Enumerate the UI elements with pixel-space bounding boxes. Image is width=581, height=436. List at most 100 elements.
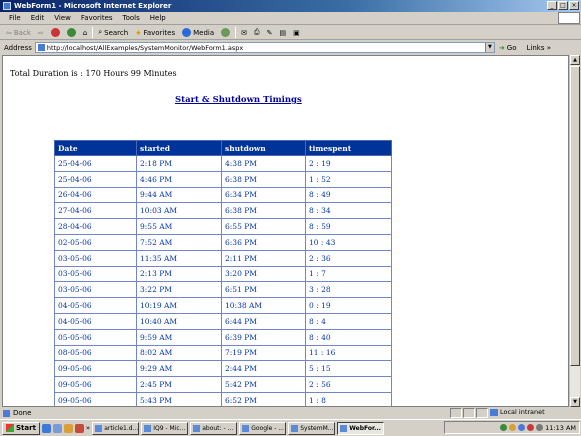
cell-shutdown: 7:19 PM [221,344,306,362]
menu-view[interactable]: View [49,14,76,22]
cell-date: 03-05-06 [54,265,137,283]
scroll-down-icon[interactable]: ▼ [570,397,580,407]
cell-date: 09-05-06 [54,376,137,393]
menu-edit[interactable]: Edit [26,14,50,22]
menu-bar: File Edit View Favorites Tools Help [0,12,581,25]
taskbar-button[interactable]: IQ9 - Mic... [141,421,189,435]
taskbar: Start » article1.d... IQ9 - Mic... about: … [0,419,581,436]
cell-shutdown: 6:51 PM [221,281,306,299]
edit-button[interactable]: ✎ [265,29,275,37]
vertical-scrollbar[interactable]: ▲ ▼ [569,55,580,407]
chevron-down-icon[interactable]: ▼ [484,43,494,52]
cell-date: 28-04-06 [54,218,137,235]
forward-button[interactable]: ⇨ [36,29,46,37]
favorites-button[interactable]: ★ Favorites [133,29,177,37]
search-button[interactable]: ⌕ Search [96,28,130,37]
status-panel [463,408,475,418]
back-button[interactable]: ⇦ Back [4,29,33,37]
tray-volume-icon[interactable] [536,424,544,431]
column-header-date: Date [54,140,137,156]
cell-started: 9:44 AM [136,186,222,204]
print-button[interactable]: ⎙ [252,28,262,37]
cell-shutdown: 6:44 PM [221,312,306,330]
taskbar-button[interactable]: article1.d... [92,421,140,435]
cell-shutdown: 2:44 PM [221,360,306,378]
cell-started: 9:29 AM [136,360,222,378]
cell-timespent: 0 : 19 [305,297,392,314]
cell-date: 03-05-06 [54,281,137,299]
quicklaunch-folder-icon[interactable] [63,423,73,433]
minimize-button[interactable]: _ [547,1,557,10]
tray-antivirus-icon[interactable] [527,424,535,431]
table-row: 09-05-06 2:45 PM 5:42 PM 2 : 56 [54,376,392,393]
cell-date: 02-05-06 [54,233,137,251]
menu-tools[interactable]: Tools [118,14,145,22]
go-button[interactable]: ➔ Go [499,44,517,52]
total-duration-text: Total Duration is : 170 Hours 99 Minutes [10,69,177,78]
mail-button[interactable]: ✉ [239,29,249,37]
table-row: 03-05-06 3:22 PM 6:51 PM 3 : 28 [54,281,392,299]
cell-shutdown: 6:39 PM [221,328,306,346]
menu-file[interactable]: File [4,14,26,22]
media-button[interactable]: Media [180,28,216,37]
taskbar-button-label: Google - ... [251,424,285,432]
cell-date: 08-05-06 [54,344,137,362]
cell-started: 11:35 AM [136,249,222,267]
timings-table: Date started shutdown timespent 25-04-06… [54,140,392,406]
home-button[interactable]: ⌂ [81,29,89,37]
intranet-icon [490,408,498,416]
mail-icon: ✉ [241,28,247,37]
status-panel [476,408,488,418]
cell-started: 8:02 AM [136,344,222,362]
table-row: 02-05-06 7:52 AM 6:36 PM 10 : 43 [54,233,392,251]
cell-shutdown: 6:34 PM [221,186,306,204]
cell-timespent: 8 : 49 [305,186,392,204]
quicklaunch-desktop-icon[interactable] [52,423,62,433]
table-header-row: Date started shutdown timespent [54,140,392,156]
refresh-button[interactable] [65,28,78,37]
table-row: 27-04-06 10:03 AM 6:38 PM 8 : 34 [54,202,392,220]
links-button[interactable]: Links » [526,44,551,52]
messenger-button[interactable]: ▣ [291,29,302,37]
taskbar-button[interactable]: about: - ... [190,421,238,435]
taskbar-button[interactable]: SystemM... [288,421,336,435]
window-icon [242,424,250,432]
cell-date: 25-04-06 [54,170,137,188]
scroll-up-icon[interactable]: ▲ [570,55,580,65]
cell-started: 7:52 AM [136,233,222,251]
messenger-icon: ▣ [293,28,300,37]
cell-date: 26-04-06 [54,186,137,204]
window-icon [95,424,103,432]
taskbar-button[interactable]: Google - ... [239,421,287,435]
scroll-thumb[interactable] [570,66,580,366]
cell-started: 9:55 AM [136,218,222,235]
window-icon [291,424,299,432]
chevron-right-icon[interactable]: » [86,424,90,432]
title-bar: WebForm1 - Microsoft Internet Explorer _… [0,0,581,12]
history-button[interactable] [219,28,232,37]
table-row: 03-05-06 11:35 AM 2:11 PM 2 : 36 [54,249,392,267]
cell-started: 3:22 PM [136,281,222,299]
maximize-button[interactable]: □ [558,1,568,10]
stop-button[interactable] [49,28,62,37]
tray-monitor-icon[interactable] [518,424,526,431]
cell-started: 9:59 AM [136,328,222,346]
start-button[interactable]: Start [2,421,40,435]
close-button[interactable]: × [569,1,579,10]
cell-date: 05-05-06 [54,328,137,346]
tray-messenger-icon[interactable] [509,424,517,431]
menu-favorites[interactable]: Favorites [76,14,118,22]
quicklaunch-ie-icon[interactable] [41,423,51,433]
address-input[interactable]: http://localhost/AllExamples/SystemMonit… [34,42,495,53]
page-heading-link[interactable]: Start & Shutdown Timings [175,95,302,105]
menu-help[interactable]: Help [145,14,171,22]
discuss-button[interactable]: ▤ [277,29,288,37]
quicklaunch-app-icon[interactable] [74,423,84,433]
cell-timespent: 8 : 40 [305,328,392,346]
status-text: Done [13,409,32,417]
column-header-shutdown: shutdown [221,140,306,156]
tray-network-icon[interactable] [500,424,508,431]
taskbar-button[interactable]: WebFor... [337,421,385,435]
cell-shutdown: 6:36 PM [221,233,306,251]
home-icon: ⌂ [82,28,88,37]
